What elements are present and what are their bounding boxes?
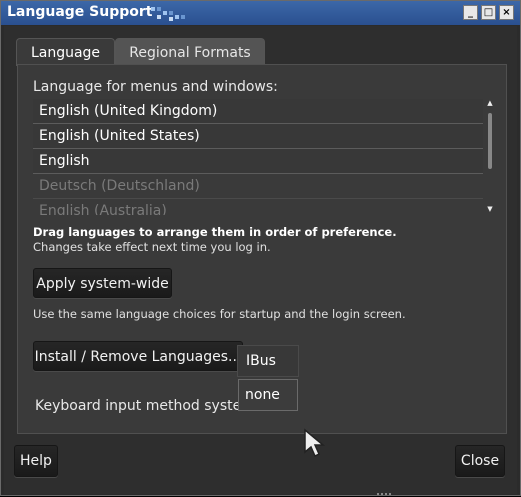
apply-system-wide-button[interactable]: Apply system-wide xyxy=(33,268,172,298)
language-item-english-us[interactable]: English (United States) xyxy=(33,124,483,149)
mouse-pointer-icon xyxy=(304,428,326,458)
input-method-combo[interactable]: IBus xyxy=(237,345,299,377)
tab-regional-formats[interactable]: Regional Formats xyxy=(115,38,265,66)
language-item-english-uk[interactable]: English (United Kingdom) xyxy=(33,99,483,124)
language-item-english-australia[interactable]: English (Australia) xyxy=(33,199,483,215)
help-button[interactable]: Help xyxy=(14,445,58,477)
close-button[interactable]: Close xyxy=(455,445,505,477)
input-method-option-none[interactable]: none xyxy=(238,379,298,411)
window-title: Language Support xyxy=(7,4,153,20)
language-item-deutsch[interactable]: Deutsch (Deutschland) xyxy=(33,174,483,199)
title-decoration-icon xyxy=(151,7,185,21)
scroll-up-arrow-icon[interactable]: ▲ xyxy=(485,99,495,107)
maximize-button[interactable]: □ xyxy=(481,5,496,20)
close-window-button[interactable]: × xyxy=(499,5,514,20)
drag-hint: Drag languages to arrange them in order … xyxy=(33,225,397,239)
resize-grip-icon[interactable] xyxy=(376,491,394,497)
language-list-label: Language for menus and windows: xyxy=(33,79,278,95)
language-item-english[interactable]: English xyxy=(33,149,483,174)
minimize-button[interactable]: _ xyxy=(463,5,478,20)
tab-language[interactable]: Language xyxy=(16,38,115,66)
title-bar[interactable]: Language Support _ □ × xyxy=(1,1,520,25)
logout-hint: Changes take effect next time you log in… xyxy=(33,240,271,254)
scroll-thumb[interactable] xyxy=(488,113,492,169)
scroll-down-arrow-icon[interactable]: ▼ xyxy=(485,205,495,213)
input-method-label: Keyboard input method system: xyxy=(35,398,260,414)
window-content: Language Regional Formats Language for m… xyxy=(4,26,517,494)
install-remove-languages-button[interactable]: Install / Remove Languages... xyxy=(33,341,243,371)
language-support-window: Language Support _ □ × Language Regional… xyxy=(0,0,521,496)
language-list-scrollbar[interactable]: ▲ ▼ xyxy=(485,99,495,215)
apply-note: Use the same language choices for startu… xyxy=(33,307,406,321)
language-list[interactable]: English (United Kingdom) English (United… xyxy=(33,99,495,215)
